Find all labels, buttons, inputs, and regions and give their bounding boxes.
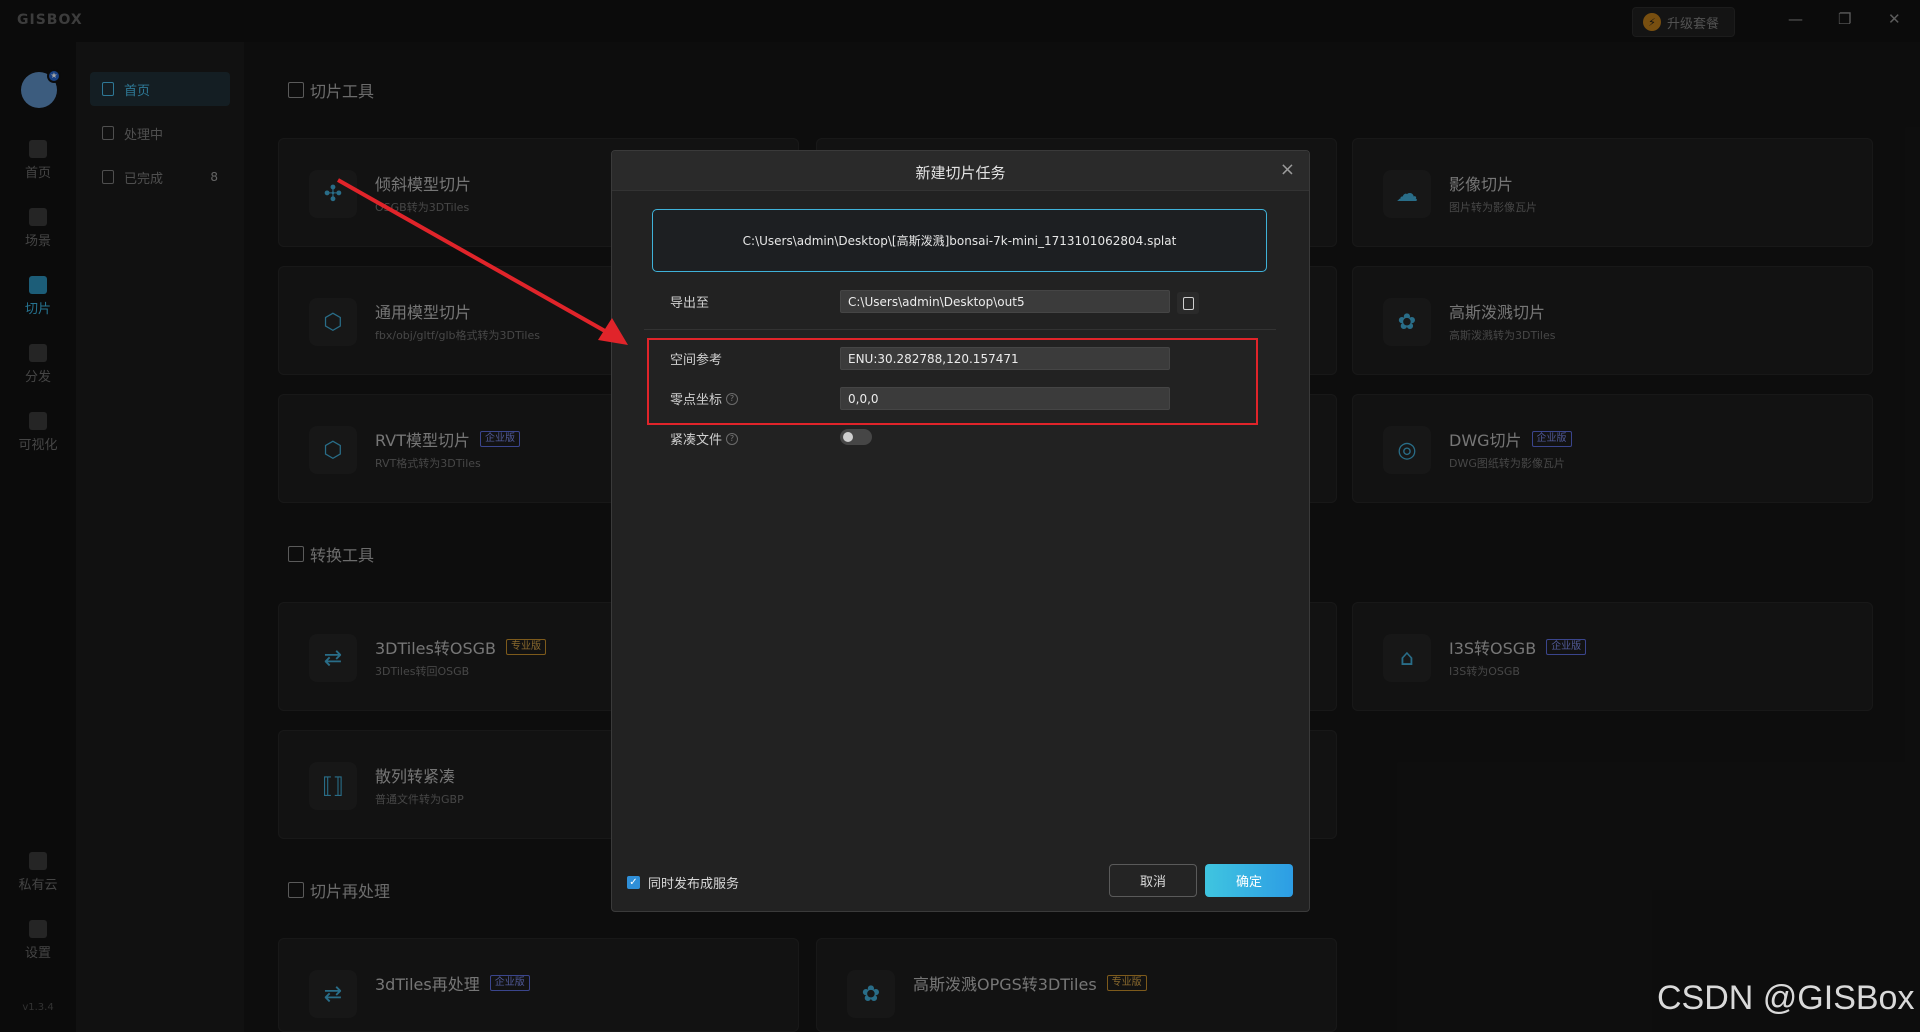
help-icon[interactable]: ? [726, 432, 739, 445]
dialog-title: 新建切片任务 [915, 164, 1006, 182]
watermark: CSDN @GISBox [1657, 979, 1915, 1017]
checkmark-icon: ✓ [627, 876, 640, 889]
new-slice-task-dialog: 新建切片任务 × C:\Users\admin\Desktop\[高斯泼溅]bo… [611, 150, 1310, 912]
spatial-ref-field[interactable]: ENU:30.282788,120.157471 [840, 347, 1170, 370]
origin-text: 零点坐标 [670, 393, 723, 408]
spatial-ref-text: 空间参考 [670, 353, 723, 368]
source-file-box[interactable]: C:\Users\admin\Desktop\[高斯泼溅]bonsai-7k-m… [652, 209, 1267, 272]
origin-label: 零点坐标? [670, 389, 739, 408]
publish-label: 同时发布成服务 [648, 877, 740, 892]
help-icon[interactable]: ? [726, 392, 739, 405]
folder-browse-button[interactable] [1177, 292, 1199, 314]
compact-toggle[interactable] [840, 429, 872, 445]
compact-label: 紧凑文件? [670, 429, 739, 448]
export-path-field[interactable]: C:\Users\admin\Desktop\out5 [840, 290, 1170, 313]
publish-service-checkbox[interactable]: ✓ 同时发布成服务 [627, 873, 739, 892]
compact-text: 紧凑文件 [670, 433, 723, 448]
export-label: 导出至 [670, 296, 710, 311]
dialog-header: 新建切片任务 × [612, 151, 1309, 191]
file-icon [1182, 296, 1194, 310]
origin-field[interactable]: 0,0,0 [840, 387, 1170, 410]
divider [644, 329, 1276, 330]
cancel-button[interactable]: 取消 [1109, 864, 1197, 897]
confirm-button[interactable]: 确定 [1205, 864, 1293, 897]
spatial-ref-label: 空间参考 [670, 349, 722, 368]
close-icon[interactable]: × [1280, 159, 1295, 180]
